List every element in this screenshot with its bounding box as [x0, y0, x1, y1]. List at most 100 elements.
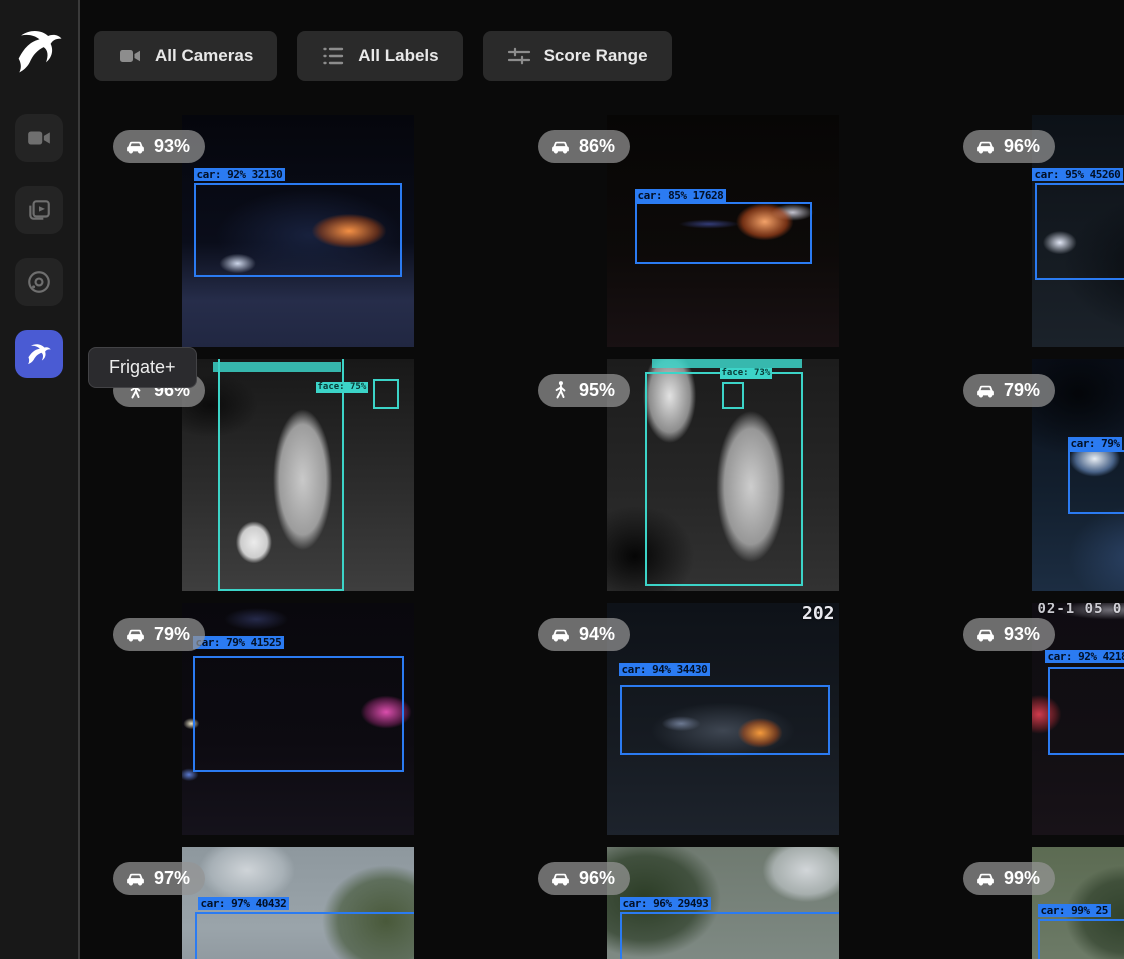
main-content: All Cameras All Labels Score Range 93% c…: [82, 0, 1124, 959]
snapshot-thumbnail[interactable]: car: 92% 32130: [182, 115, 414, 347]
car-icon: [125, 136, 146, 157]
score-value: 96%: [579, 868, 615, 889]
detection-label: car: 95% 45260: [1032, 168, 1124, 181]
camera-timestamp: 202: [802, 603, 835, 624]
snapshot-thumbnail[interactable]: car: 85% 17628: [607, 115, 839, 347]
snapshot-cell: 79% car: 79%: [935, 359, 1124, 591]
filter-label: All Labels: [358, 46, 438, 66]
car-icon: [975, 136, 996, 157]
detection-bounding-box: [1038, 919, 1124, 959]
score-value: 96%: [1004, 136, 1040, 157]
car-icon: [550, 136, 571, 157]
review-icon: [26, 197, 52, 223]
score-value: 97%: [154, 868, 190, 889]
person-bounding-box: [218, 359, 344, 591]
detection-bounding-box: [1035, 183, 1124, 280]
snapshot-cell: 97% car: 97% 40432: [85, 847, 510, 959]
score-value: 94%: [579, 624, 615, 645]
score-badge: 96%: [963, 130, 1055, 163]
detection-bounding-box: [193, 656, 404, 772]
score-value: 93%: [154, 136, 190, 157]
detection-label: car: 85% 17628: [635, 189, 727, 202]
score-badge: 96%: [538, 862, 630, 895]
person-icon: [550, 380, 571, 401]
car-icon: [125, 624, 146, 645]
snapshot-thumbnail[interactable]: car: 97% 40432: [182, 847, 414, 959]
sidebar-item-review[interactable]: [15, 186, 63, 234]
record-icon: [26, 269, 52, 295]
face-bounding-box: [373, 379, 399, 409]
score-badge: 93%: [963, 618, 1055, 651]
score-value: 79%: [1004, 380, 1040, 401]
sliders-icon: [507, 44, 531, 68]
detection-bounding-box: [1048, 667, 1124, 755]
all-labels-filter-button[interactable]: All Labels: [297, 31, 462, 81]
snapshot-thumbnail[interactable]: car: 79% 41525: [182, 603, 414, 835]
sidebar: [0, 0, 80, 959]
detection-bounding-box: [195, 912, 414, 959]
snapshot-cell: 95% face: 73%: [510, 359, 935, 591]
snapshot-thumbnail[interactable]: car: 96% 29493: [607, 847, 839, 959]
detection-bounding-box: [194, 183, 402, 277]
score-value: 99%: [1004, 868, 1040, 889]
camera-icon: [118, 44, 142, 68]
detection-bounding-box: [1068, 450, 1124, 514]
detection-label: car: 79%: [1068, 437, 1123, 450]
snapshot-cell: 93% car: 92% 32130: [85, 115, 510, 347]
car-icon: [125, 868, 146, 889]
all-cameras-filter-button[interactable]: All Cameras: [94, 31, 277, 81]
frigate-plus-tooltip: Frigate+: [88, 347, 197, 388]
list-icon: [321, 44, 345, 68]
sidebar-item-export[interactable]: [15, 258, 63, 306]
camera-timestamp: 02-1 05 0: [1038, 603, 1123, 617]
score-badge: 95%: [538, 374, 630, 407]
score-badge: 86%: [538, 130, 630, 163]
bird-icon: [26, 341, 52, 367]
car-icon: [975, 624, 996, 645]
frigate-logo: [10, 21, 67, 78]
sidebar-item-frigate-plus[interactable]: [15, 330, 63, 378]
face-label: face: 75%: [316, 382, 369, 393]
snapshot-cell: 79% car: 79% 41525: [85, 603, 510, 835]
detection-label: [652, 359, 802, 368]
snapshot-thumbnail[interactable]: face: 73%: [607, 359, 839, 591]
score-badge: 93%: [113, 130, 205, 163]
car-icon: [550, 868, 571, 889]
score-badge: 97%: [113, 862, 205, 895]
detection-label: car: 92% 4218: [1045, 650, 1124, 663]
filter-label: All Cameras: [155, 46, 253, 66]
face-label: face: 73%: [720, 368, 773, 379]
score-badge: 94%: [538, 618, 630, 651]
score-value: 79%: [154, 624, 190, 645]
detection-label: car: 92% 32130: [194, 168, 286, 181]
score-range-filter-button[interactable]: Score Range: [483, 31, 672, 81]
detection-label: car: 79% 41525: [193, 636, 285, 649]
snapshot-grid: 93% car: 92% 32130 86% car: 85% 17628: [85, 115, 1124, 959]
detection-label: car: 96% 29493: [620, 897, 712, 910]
filter-label: Score Range: [544, 46, 648, 66]
snapshot-thumbnail[interactable]: face: 75%: [182, 359, 414, 591]
car-icon: [975, 868, 996, 889]
snapshot-cell: 94% 202 car: 94% 34430: [510, 603, 935, 835]
detection-bounding-box: [635, 202, 812, 264]
score-value: 93%: [1004, 624, 1040, 645]
detection-label: car: 94% 34430: [619, 663, 711, 676]
detection-bounding-box: [620, 912, 839, 959]
score-value: 86%: [579, 136, 615, 157]
sidebar-item-live[interactable]: [15, 114, 63, 162]
face-bounding-box: [722, 382, 744, 409]
snapshot-thumbnail[interactable]: 202 car: 94% 34430: [607, 603, 839, 835]
detection-label: car: 99% 25: [1038, 904, 1111, 917]
snapshot-cell: 93% 02-1 05 0 car: 92% 4218: [935, 603, 1124, 835]
snapshot-cell: 96% car: 95% 45260: [935, 115, 1124, 347]
score-badge: 99%: [963, 862, 1055, 895]
car-icon: [550, 624, 571, 645]
detection-bounding-box: [620, 685, 830, 755]
score-value: 95%: [579, 380, 615, 401]
camera-icon: [26, 125, 52, 151]
snapshot-cell: 96% car: 96% 29493: [510, 847, 935, 959]
snapshot-cell: 96% face: 75%: [85, 359, 510, 591]
snapshot-cell: 99% car: 99% 25: [935, 847, 1124, 959]
detection-label: car: 97% 40432: [198, 897, 290, 910]
car-icon: [975, 380, 996, 401]
